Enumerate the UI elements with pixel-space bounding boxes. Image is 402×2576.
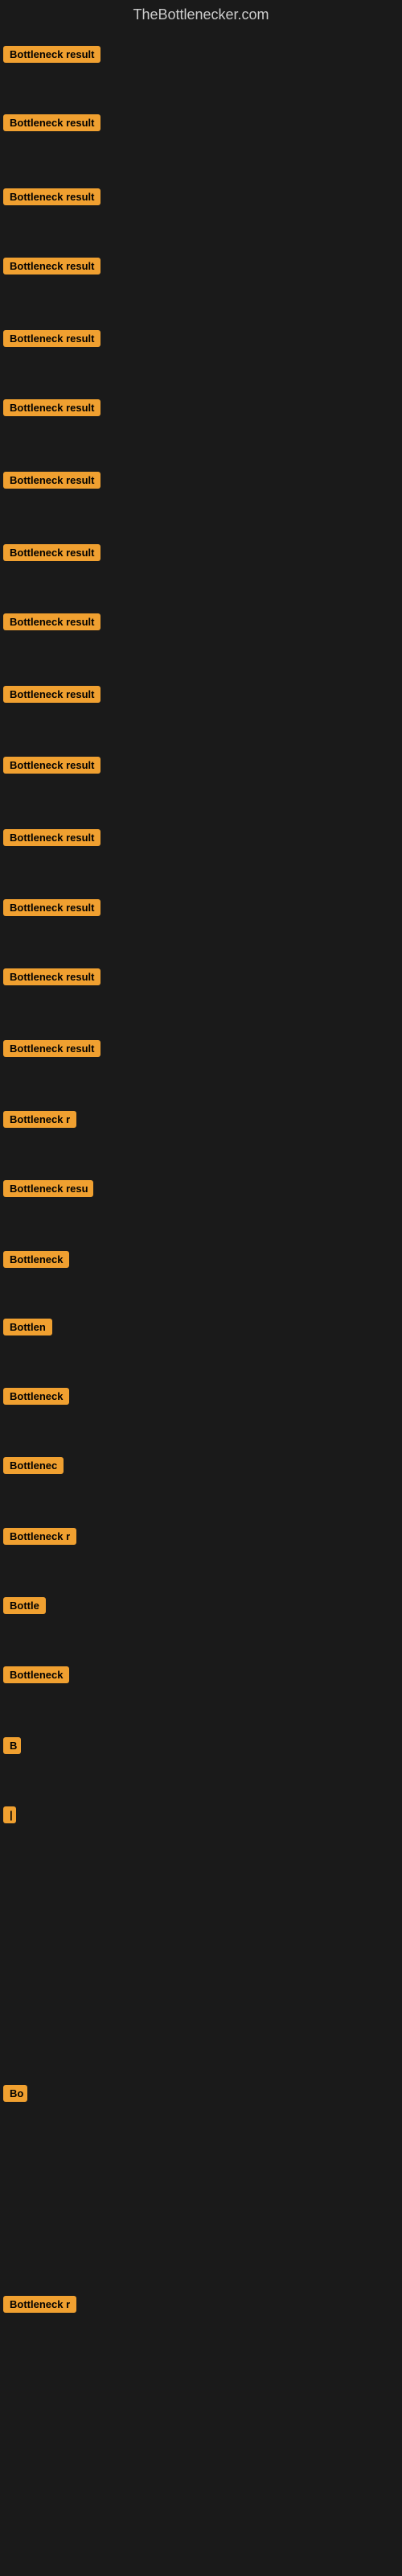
bottleneck-item-16: Bottleneck r <box>3 1111 76 1132</box>
bottleneck-badge-21: Bottlenec <box>3 1457 64 1474</box>
bottleneck-badge-9: Bottleneck result <box>3 613 100 630</box>
bottleneck-item-14: Bottleneck result <box>3 968 100 989</box>
bottleneck-badge-17: Bottleneck resu <box>3 1180 93 1197</box>
bottleneck-badge-3: Bottleneck result <box>3 188 100 205</box>
bottleneck-item-26: | <box>3 1806 16 1827</box>
bottleneck-item-18: Bottleneck <box>3 1251 69 1272</box>
bottleneck-badge-27: Bo <box>3 2085 27 2102</box>
bottleneck-badge-13: Bottleneck result <box>3 899 100 916</box>
bottleneck-item-24: Bottleneck <box>3 1666 69 1687</box>
bottleneck-badge-2: Bottleneck result <box>3 114 100 131</box>
bottleneck-item-21: Bottlenec <box>3 1457 64 1478</box>
bottleneck-badge-19: Bottlen <box>3 1319 52 1335</box>
bottleneck-item-7: Bottleneck result <box>3 472 100 493</box>
bottleneck-badge-5: Bottleneck result <box>3 330 100 347</box>
bottleneck-item-2: Bottleneck result <box>3 114 100 135</box>
bottleneck-item-5: Bottleneck result <box>3 330 100 351</box>
bottleneck-badge-20: Bottleneck <box>3 1388 69 1405</box>
bottleneck-badge-22: Bottleneck r <box>3 1528 76 1545</box>
bottleneck-item-25: B <box>3 1737 21 1758</box>
bottleneck-badge-12: Bottleneck result <box>3 829 100 846</box>
bottleneck-item-28: Bottleneck r <box>3 2296 76 2317</box>
bottleneck-item-11: Bottleneck result <box>3 757 100 778</box>
bottleneck-item-3: Bottleneck result <box>3 188 100 209</box>
bottleneck-item-20: Bottleneck <box>3 1388 69 1409</box>
bottleneck-item-6: Bottleneck result <box>3 399 100 420</box>
bottleneck-item-10: Bottleneck result <box>3 686 100 707</box>
bottleneck-badge-8: Bottleneck result <box>3 544 100 561</box>
bottleneck-badge-26: | <box>3 1806 16 1823</box>
bottleneck-item-12: Bottleneck result <box>3 829 100 850</box>
bottleneck-item-1: Bottleneck result <box>3 46 100 67</box>
bottleneck-badge-10: Bottleneck result <box>3 686 100 703</box>
bottleneck-item-4: Bottleneck result <box>3 258 100 279</box>
bottleneck-item-8: Bottleneck result <box>3 544 100 565</box>
bottleneck-item-13: Bottleneck result <box>3 899 100 920</box>
bottleneck-badge-28: Bottleneck r <box>3 2296 76 2313</box>
bottleneck-item-9: Bottleneck result <box>3 613 100 634</box>
site-title: TheBottlenecker.com <box>0 0 402 27</box>
page-container: TheBottlenecker.com Bottleneck result Bot… <box>0 0 402 2576</box>
bottleneck-badge-11: Bottleneck result <box>3 757 100 774</box>
bottleneck-badge-6: Bottleneck result <box>3 399 100 416</box>
bottleneck-item-22: Bottleneck r <box>3 1528 76 1549</box>
bottleneck-badge-18: Bottleneck <box>3 1251 69 1268</box>
bottleneck-item-27: Bo <box>3 2085 27 2106</box>
bottleneck-item-17: Bottleneck resu <box>3 1180 93 1201</box>
bottleneck-badge-16: Bottleneck r <box>3 1111 76 1128</box>
bottleneck-badge-4: Bottleneck result <box>3 258 100 275</box>
bottleneck-badge-24: Bottleneck <box>3 1666 69 1683</box>
bottleneck-badge-1: Bottleneck result <box>3 46 100 63</box>
bottleneck-item-23: Bottle <box>3 1597 46 1618</box>
bottleneck-item-15: Bottleneck result <box>3 1040 100 1061</box>
bottleneck-item-19: Bottlen <box>3 1319 52 1340</box>
bottleneck-badge-23: Bottle <box>3 1597 46 1614</box>
bottleneck-badge-25: B <box>3 1737 21 1754</box>
bottleneck-badge-14: Bottleneck result <box>3 968 100 985</box>
bottleneck-badge-7: Bottleneck result <box>3 472 100 489</box>
bottleneck-badge-15: Bottleneck result <box>3 1040 100 1057</box>
